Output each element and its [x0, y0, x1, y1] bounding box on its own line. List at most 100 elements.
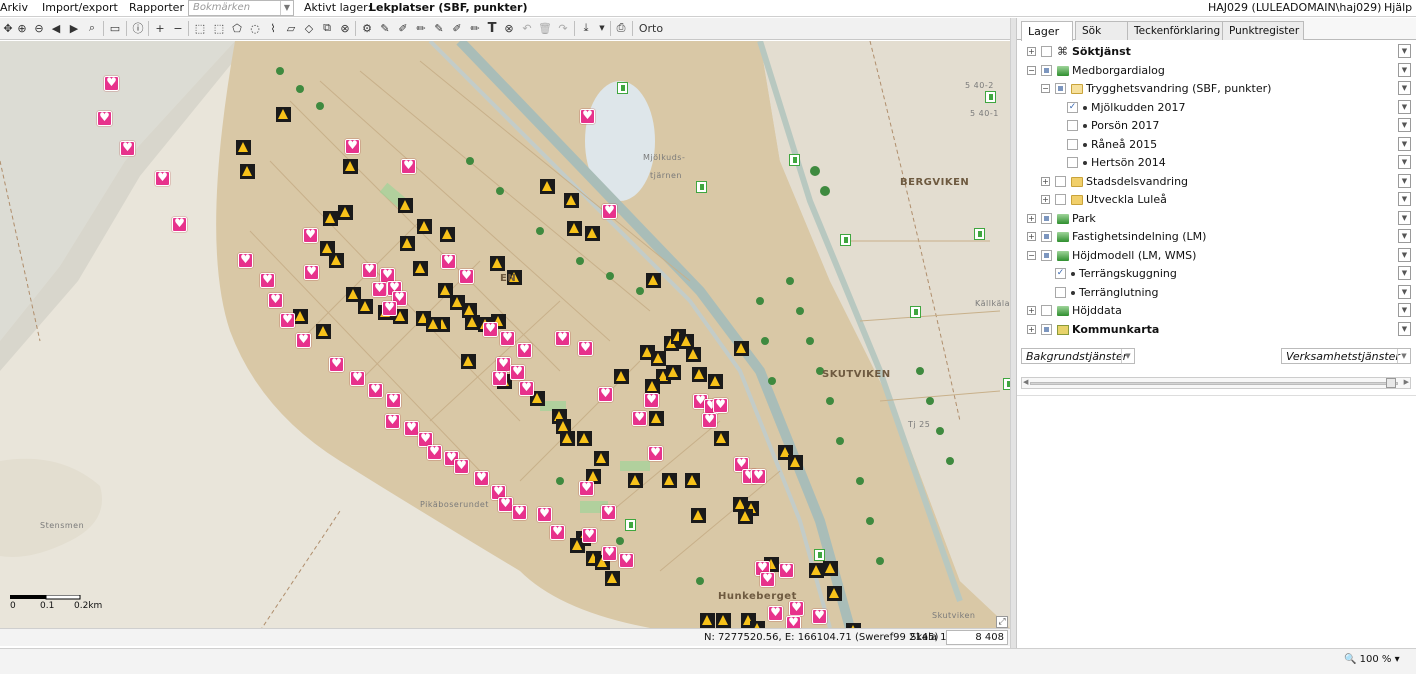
expand-icon[interactable]: +: [1027, 306, 1036, 315]
playground-marker-icon[interactable]: [625, 519, 636, 531]
measure-icon[interactable]: ▭: [107, 20, 123, 36]
warning-marker-icon[interactable]: [323, 211, 338, 226]
layer-checkbox[interactable]: [1041, 46, 1052, 57]
chevron-down-icon[interactable]: ▼: [1398, 155, 1411, 169]
warning-marker-icon[interactable]: [461, 354, 476, 369]
heart-marker-icon[interactable]: [120, 140, 135, 156]
heart-marker-icon[interactable]: [303, 227, 318, 243]
warning-marker-icon[interactable]: [540, 179, 555, 194]
tab-punktregister[interactable]: Punktregister: [1222, 21, 1304, 40]
chevron-down-icon[interactable]: ▼: [1397, 349, 1410, 363]
collapse-icon[interactable]: −: [1027, 250, 1036, 260]
tab-teckenforklaring[interactable]: Teckenförklaring: [1127, 21, 1223, 40]
chevron-down-icon[interactable]: ▼: [1121, 349, 1134, 363]
export-icon[interactable]: ⤓: [578, 20, 594, 36]
chevron-down-icon[interactable]: ▼: [1398, 62, 1411, 77]
layer-row[interactable]: ✓ Terrängskuggning ▼: [1017, 265, 1416, 283]
layer-checkbox[interactable]: [1041, 323, 1052, 335]
expand-icon[interactable]: +: [1027, 324, 1036, 334]
zoom-magnifier-icon[interactable]: ⌕: [84, 20, 100, 36]
tab-lager[interactable]: Lager: [1021, 21, 1073, 41]
trash-icon[interactable]: 🗑: [537, 20, 553, 36]
warning-marker-icon[interactable]: [329, 253, 344, 268]
zoom-level[interactable]: 🔍 100 % ▾: [1344, 654, 1400, 665]
layer-row[interactable]: Hertsön 2014 ▼: [1017, 154, 1416, 172]
heart-marker-icon[interactable]: [510, 364, 525, 380]
heart-marker-icon[interactable]: [368, 382, 383, 398]
settings-icon[interactable]: ⚙: [359, 20, 375, 36]
expand-icon[interactable]: +: [1041, 195, 1050, 204]
playground-marker-icon[interactable]: [696, 181, 707, 193]
heart-marker-icon[interactable]: [751, 468, 766, 484]
warning-marker-icon[interactable]: [714, 431, 729, 446]
expand-icon[interactable]: +: [1027, 213, 1036, 223]
chevron-down-icon[interactable]: ▼: [1398, 44, 1411, 58]
heart-marker-icon[interactable]: [601, 504, 616, 520]
expand-icon[interactable]: +: [1027, 232, 1036, 241]
warning-marker-icon[interactable]: [691, 508, 706, 523]
select-line-icon[interactable]: ⌇: [265, 20, 281, 36]
heart-marker-icon[interactable]: [779, 562, 794, 578]
warning-marker-icon[interactable]: [440, 227, 455, 242]
warning-marker-icon[interactable]: [823, 561, 838, 576]
plus-icon[interactable]: +: [152, 20, 168, 36]
layer-checkbox[interactable]: ✓: [1055, 268, 1066, 279]
heart-marker-icon[interactable]: [238, 252, 253, 268]
expand-icon[interactable]: +: [1027, 47, 1036, 56]
bookmarks-combo[interactable]: Bokmärken ▼: [188, 0, 294, 16]
warning-marker-icon[interactable]: [716, 613, 731, 628]
layer-checkbox[interactable]: [1041, 231, 1052, 242]
heart-marker-icon[interactable]: [498, 496, 513, 512]
zoom-out-icon[interactable]: ⊖: [31, 20, 47, 36]
heart-marker-icon[interactable]: [382, 300, 397, 316]
warning-marker-icon[interactable]: [413, 261, 428, 276]
heart-marker-icon[interactable]: [268, 292, 283, 308]
heart-marker-icon[interactable]: [401, 158, 416, 174]
heart-marker-icon[interactable]: [550, 524, 565, 540]
chevron-down-icon[interactable]: ▼: [1398, 99, 1411, 114]
layer-row[interactable]: Terränglutning ▼: [1017, 284, 1416, 302]
heart-marker-icon[interactable]: [404, 420, 419, 436]
warning-marker-icon[interactable]: [417, 219, 432, 234]
playground-marker-icon[interactable]: [985, 91, 996, 103]
warning-marker-icon[interactable]: [788, 455, 803, 470]
layer-row[interactable]: Råneå 2015 ▼: [1017, 136, 1416, 154]
chevron-right-icon[interactable]: ▶: [1404, 378, 1409, 386]
warning-marker-icon[interactable]: [750, 621, 765, 628]
warning-marker-icon[interactable]: [605, 571, 620, 586]
layer-row[interactable]: − Medborgardialog ▼: [1017, 62, 1416, 80]
back-icon[interactable]: ◀: [48, 20, 64, 36]
warning-marker-icon[interactable]: [343, 159, 358, 174]
warning-marker-icon[interactable]: [560, 431, 575, 446]
collapse-icon[interactable]: −: [1041, 84, 1050, 93]
heart-marker-icon[interactable]: [760, 571, 775, 587]
warning-marker-icon[interactable]: [686, 347, 701, 362]
layer-checkbox[interactable]: [1055, 83, 1066, 94]
heart-marker-icon[interactable]: [537, 506, 552, 522]
layer-checkbox[interactable]: [1055, 286, 1066, 298]
playground-marker-icon[interactable]: [974, 228, 985, 240]
heart-marker-icon[interactable]: [483, 321, 498, 337]
layer-row[interactable]: − Höjdmodell (LM, WMS) ▼: [1017, 247, 1416, 265]
chevron-down-icon[interactable]: ▼: [1398, 136, 1411, 151]
layer-row[interactable]: + Stadsdelsvandring ▼: [1017, 173, 1416, 191]
heart-marker-icon[interactable]: [304, 264, 319, 280]
warning-marker-icon[interactable]: [293, 309, 308, 324]
warning-marker-icon[interactable]: [809, 563, 824, 578]
heart-marker-icon[interactable]: [492, 370, 507, 386]
heart-marker-icon[interactable]: [582, 527, 597, 543]
warning-marker-icon[interactable]: [666, 365, 681, 380]
select-box-icon[interactable]: ⬚: [211, 20, 227, 36]
chevron-down-icon[interactable]: ▼: [280, 1, 293, 15]
playground-marker-icon[interactable]: [789, 154, 800, 166]
heart-marker-icon[interactable]: [441, 253, 456, 269]
select-poly-icon[interactable]: ⬠: [229, 20, 245, 36]
layer-checkbox[interactable]: [1067, 138, 1078, 150]
layer-row[interactable]: + Utveckla Luleå ▼: [1017, 191, 1416, 209]
warning-marker-icon[interactable]: [649, 411, 664, 426]
heart-marker-icon[interactable]: [372, 281, 387, 297]
text-icon[interactable]: T: [484, 20, 500, 36]
heart-marker-icon[interactable]: [296, 332, 311, 348]
heart-marker-icon[interactable]: [519, 380, 534, 396]
help-menu[interactable]: Hjälp: [1384, 1, 1412, 14]
